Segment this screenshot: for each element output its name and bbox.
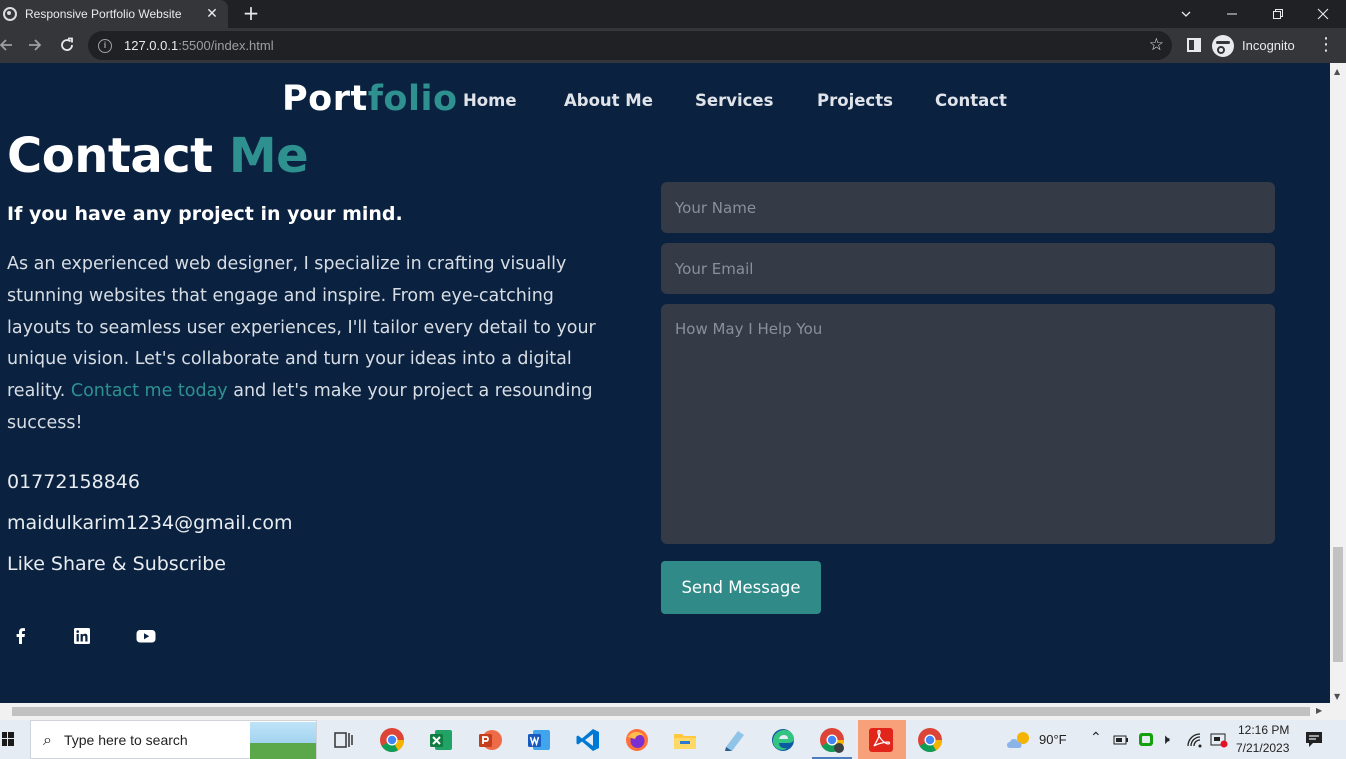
- nav-projects[interactable]: Projects: [817, 91, 893, 110]
- search-highlight-image: [250, 722, 316, 759]
- weather-temperature[interactable]: 90°F: [1039, 732, 1067, 747]
- reload-icon[interactable]: [53, 28, 81, 63]
- browser-tab-strip: Responsive Portfolio Website ✕ +: [0, 0, 1346, 28]
- minimize-icon[interactable]: [1209, 0, 1255, 28]
- nav-services[interactable]: Services: [695, 91, 773, 110]
- url-path: :5500/index.html: [178, 38, 274, 53]
- browser-toolbar: i 127.0.0.1:5500/index.html ☆ Incognito …: [0, 28, 1346, 63]
- network-icon[interactable]: [1186, 732, 1204, 748]
- notifications-icon[interactable]: [1305, 731, 1323, 748]
- nav-home[interactable]: Home: [463, 91, 517, 110]
- scroll-right-icon[interactable]: ▶: [1316, 706, 1322, 715]
- youtube-icon[interactable]: [136, 626, 156, 646]
- logo-main: Port: [282, 79, 368, 119]
- bookmark-star-icon[interactable]: ☆: [1149, 35, 1164, 55]
- clock-date[interactable]: 7/21/2023: [1236, 741, 1289, 755]
- display-notification-icon[interactable]: [1210, 732, 1228, 748]
- battery-icon[interactable]: [1113, 733, 1129, 746]
- tab-title: Responsive Portfolio Website: [25, 7, 182, 21]
- notepad-icon[interactable]: [721, 727, 747, 753]
- site-info-icon[interactable]: i: [98, 38, 112, 53]
- taskbar-search[interactable]: ⌕ Type here to search: [30, 720, 317, 759]
- incognito-label: Incognito: [1242, 38, 1295, 53]
- site-logo[interactable]: Portfolio: [282, 79, 458, 119]
- email-input[interactable]: [661, 243, 1275, 294]
- send-message-button[interactable]: Send Message: [661, 561, 821, 614]
- social-label: Like Share & Subscribe: [7, 553, 226, 575]
- edge-icon[interactable]: [770, 727, 796, 753]
- incognito-indicator[interactable]: Incognito: [1212, 31, 1295, 60]
- message-textarea[interactable]: [661, 304, 1275, 544]
- vertical-scroll-thumb[interactable]: [1333, 547, 1343, 662]
- file-explorer-icon[interactable]: [672, 727, 698, 753]
- new-tab-button[interactable]: +: [240, 0, 262, 28]
- incognito-icon: [1212, 34, 1234, 57]
- paragraph-text-1: As an experienced web designer, I specia…: [7, 254, 596, 402]
- vscode-icon[interactable]: [575, 727, 601, 753]
- logo-accent: folio: [367, 79, 458, 119]
- browser-tab[interactable]: Responsive Portfolio Website ✕: [0, 0, 228, 28]
- clock-time[interactable]: 12:16 PM: [1238, 723, 1289, 737]
- taskbar-search-placeholder: Type here to search: [63, 731, 188, 748]
- intro-paragraph: As an experienced web designer, I specia…: [7, 249, 607, 440]
- side-panel-icon[interactable]: [1187, 38, 1201, 52]
- horizontal-scroll-thumb[interactable]: [12, 707, 1310, 716]
- restore-icon[interactable]: [1255, 0, 1301, 28]
- task-view-icon[interactable]: [330, 727, 356, 753]
- word-icon[interactable]: [526, 727, 552, 753]
- tray-chevron-up-icon[interactable]: ⌃: [1090, 729, 1102, 746]
- windows-taskbar: ⌕ Type here to search 90°F ⌃ 🕨 12:16 PM …: [0, 720, 1346, 759]
- firefox-icon[interactable]: [624, 727, 650, 753]
- contact-link[interactable]: Contact me today: [71, 381, 228, 401]
- meet-now-icon[interactable]: [1138, 732, 1154, 747]
- nav-about-me[interactable]: About Me: [564, 91, 653, 110]
- name-input[interactable]: [661, 182, 1275, 233]
- scroll-down-icon[interactable]: ▼: [1334, 692, 1340, 701]
- subheading: If you have any project in your mind.: [7, 203, 403, 225]
- heading-accent: Me: [228, 128, 309, 184]
- back-arrow-icon[interactable]: [0, 28, 20, 63]
- facebook-icon[interactable]: [11, 626, 31, 646]
- excel-icon[interactable]: [428, 727, 454, 753]
- screen: Responsive Portfolio Website ✕ + i 127.0…: [0, 0, 1346, 759]
- tab-search-icon[interactable]: [1163, 0, 1209, 28]
- scroll-up-icon[interactable]: ▲: [1334, 67, 1340, 76]
- chrome-profile-icon[interactable]: [917, 727, 943, 753]
- chrome-incognito-icon[interactable]: [819, 727, 845, 753]
- horizontal-scrollbar[interactable]: ▶: [0, 703, 1346, 720]
- search-icon: ⌕: [43, 729, 52, 749]
- windows-start-icon[interactable]: [2, 732, 14, 746]
- weather-cloud-icon[interactable]: [1006, 730, 1032, 750]
- volume-muted-icon[interactable]: 🕨: [1161, 731, 1170, 748]
- forward-arrow-icon[interactable]: [21, 28, 49, 63]
- globe-icon: [3, 7, 17, 21]
- tab-close-icon[interactable]: ✕: [200, 6, 224, 22]
- nav-contact[interactable]: Contact: [935, 91, 1007, 110]
- linkedin-icon[interactable]: [72, 626, 92, 646]
- close-window-icon[interactable]: [1300, 0, 1346, 28]
- url-host: 127.0.0.1: [124, 38, 179, 53]
- powerpoint-icon[interactable]: [477, 727, 503, 753]
- heading-main: Contact: [7, 128, 229, 184]
- address-bar[interactable]: i 127.0.0.1:5500/index.html ☆: [88, 31, 1172, 60]
- phone-number: 01772158846: [7, 471, 140, 493]
- browser-menu-icon[interactable]: ⋮: [1316, 28, 1336, 63]
- vertical-scrollbar[interactable]: ▲ ▼: [1330, 63, 1346, 703]
- acrobat-icon[interactable]: [868, 727, 894, 753]
- page-viewport: Portfolio Home About Me Services Project…: [0, 63, 1330, 703]
- chrome-icon[interactable]: [379, 727, 405, 753]
- page-title: Contact Me: [7, 128, 309, 184]
- email-address: maidulkarim1234@gmail.com: [7, 512, 293, 534]
